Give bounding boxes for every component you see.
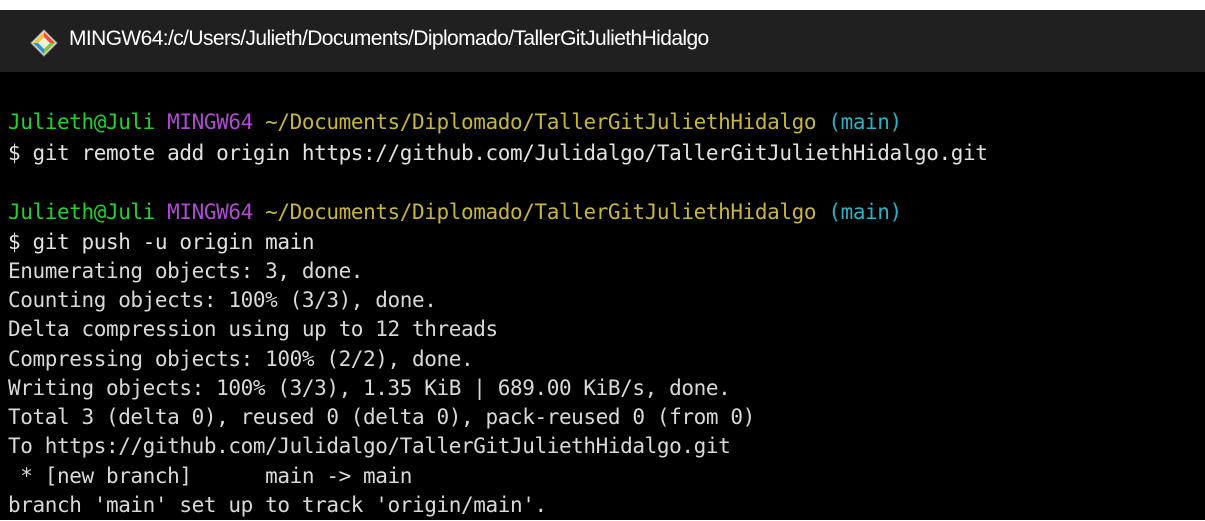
- output-line: Total 3 (delta 0), reused 0 (delta 0), p…: [8, 405, 755, 429]
- output-line: Enumerating objects: 3, done.: [8, 259, 364, 283]
- output-line: branch 'main' set up to track 'origin/ma…: [8, 493, 547, 517]
- output-line: To https://github.com/Julidalgo/TallerGi…: [8, 434, 731, 458]
- prompt-user-host: Julieth@Juli: [8, 110, 155, 134]
- prompt-path: ~/Documents/Diplomado/TallerGitJuliethHi…: [265, 110, 817, 134]
- output-line: Writing objects: 100% (3/3), 1.35 KiB | …: [8, 376, 731, 400]
- output-line: Delta compression using up to 12 threads: [8, 317, 498, 341]
- prompt-branch: (main): [828, 110, 902, 134]
- output-line: Compressing objects: 100% (2/2), done.: [8, 347, 474, 371]
- command-line: $ git push -u origin main: [8, 230, 315, 254]
- prompt-path: ~/Documents/Diplomado/TallerGitJuliethHi…: [265, 200, 817, 224]
- output-line: * [new branch] main -> main: [8, 464, 413, 488]
- title-bar[interactable]: MINGW64:/c/Users/Julieth/Documents/Diplo…: [0, 10, 1205, 72]
- git-bash-diamond-icon: [30, 29, 58, 57]
- window-title: MINGW64:/c/Users/Julieth/Documents/Diplo…: [69, 27, 709, 50]
- prompt-system: MINGW64: [167, 200, 253, 224]
- prompt-user-host: Julieth@Juli: [8, 200, 155, 224]
- prompt-system: MINGW64: [167, 110, 253, 134]
- terminal-output-area[interactable]: Julieth@Juli MINGW64 ~/Documents/Diploma…: [0, 72, 1205, 520]
- prompt-branch: (main): [828, 200, 902, 224]
- prompt-line: Julieth@Juli MINGW64 ~/Documents/Diploma…: [8, 198, 902, 227]
- terminal-window: MINGW64:/c/Users/Julieth/Documents/Diplo…: [0, 10, 1205, 520]
- command-line: $ git remote add origin https://github.c…: [8, 141, 988, 165]
- prompt-line: Julieth@Juli MINGW64 ~/Documents/Diploma…: [8, 108, 902, 137]
- output-line: Counting objects: 100% (3/3), done.: [8, 288, 437, 312]
